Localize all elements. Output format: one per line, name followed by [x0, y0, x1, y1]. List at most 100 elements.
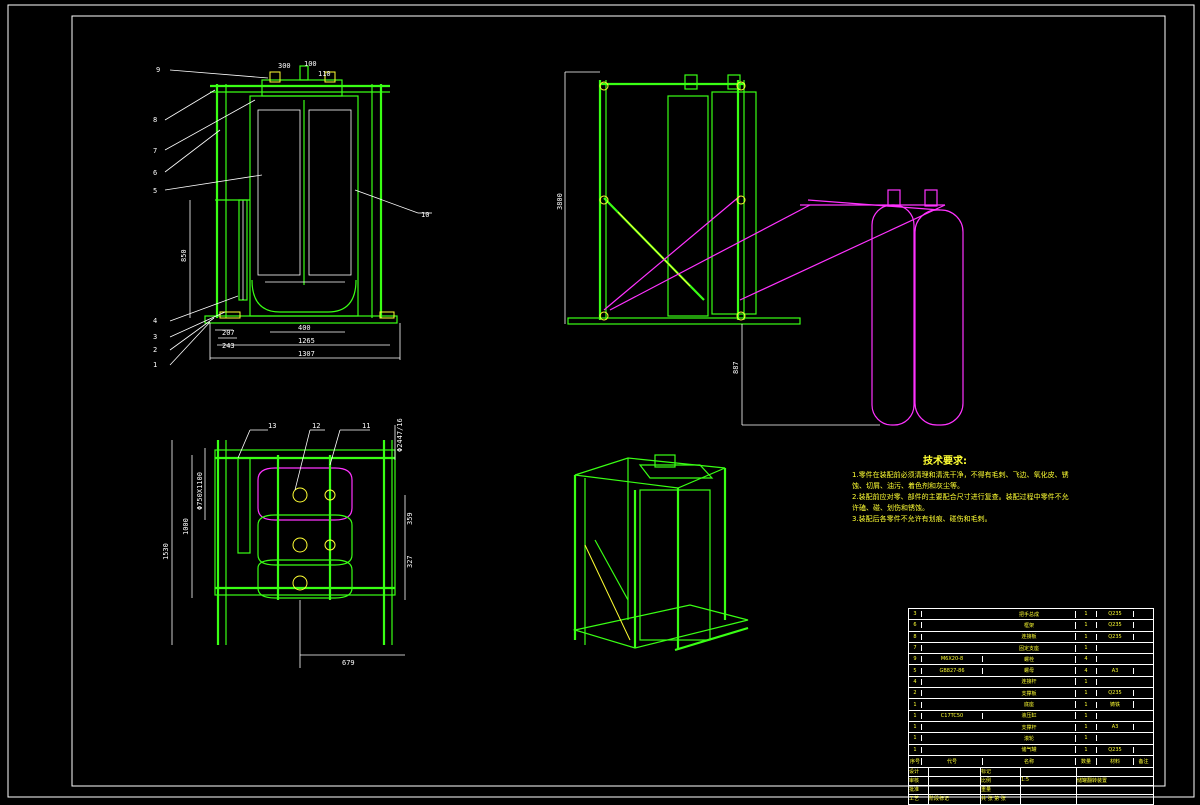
callout-2: 2 [153, 346, 157, 354]
tb-cell [929, 767, 981, 777]
top-view-callouts: 13 12 11 [268, 422, 370, 430]
tb-process: 工艺 [909, 794, 929, 804]
bom-row: 5 GB827-86 螺母 4 A3 [909, 664, 1153, 675]
tb-cell [1077, 786, 1153, 795]
bom-cell-qty: 1 [1076, 622, 1097, 629]
bom-cell-qty: 1 [1076, 724, 1097, 731]
bom-cell-no: 8 [909, 633, 922, 640]
bom-cell-material: A3 [1097, 724, 1134, 731]
bom-cell-no: 1 [909, 712, 922, 719]
tech-requirements: 技术要求: [923, 454, 967, 467]
bom-cell-qty: 1 [1076, 678, 1097, 685]
tb-approve: 批准 [909, 785, 929, 795]
front-view [164, 65, 432, 366]
top-view-dimensions: 1530 1000 Φ750X1100 359 327 679 Φ2447/16 [162, 418, 414, 667]
bom-cell-material: Q235 [1097, 633, 1134, 640]
dim-front-height: 850 [180, 249, 188, 262]
bom-row: 1 支撑杆 1 A3 [909, 720, 1153, 732]
dim-bottom-a: 207 [222, 329, 235, 337]
tb-check: 审核 [909, 776, 929, 786]
bom-cell-code: M6X20-8 [922, 656, 983, 663]
dim-327: 327 [406, 555, 414, 568]
bom-header-material: 材料 [1097, 757, 1134, 765]
bom-header-remark: 备注 [1138, 758, 1149, 765]
bom-cell-no: 1 [909, 701, 922, 708]
side-view [564, 71, 964, 426]
bom-cell-no: 1 [909, 746, 922, 753]
dim-phi: Φ750X1100 [196, 472, 204, 510]
bom-cell-material: Q235 [1097, 622, 1134, 629]
tb-drawing-title: 储罐翻转装置 [1077, 777, 1153, 786]
bom-rows: 3 把手总成 1 Q235 6 框架 1 Q235 8 连接板 1 Q235 7 固定支座 1 9 M6X20-… [909, 609, 1153, 755]
callout-5: 5 [153, 187, 157, 195]
tb-cell [1077, 768, 1153, 777]
callout-1: 1 [153, 361, 157, 369]
bom-cell-code: C17TC50 [922, 712, 983, 719]
dim-1000: 1000 [182, 518, 190, 535]
bom-row: 1 储气罐 1 Q235 [909, 743, 1153, 755]
bom-cell-qty: 1 [1076, 611, 1097, 618]
dim-400: 400 [298, 324, 311, 332]
bom-row: 3 把手总成 1 Q235 [909, 609, 1153, 619]
bom-row: 6 框架 1 Q235 [909, 619, 1153, 630]
front-view-dimensions: 300 100 110 850 400 207 243 1265 1307 [180, 60, 331, 358]
bom-header-row: 序号 代号 名称 数量 材料 备注 [909, 754, 1153, 767]
bom-cell-code: GB827-86 [922, 667, 983, 674]
bom-cell-name: 螺栓 [983, 655, 1076, 663]
bom-row: 4 连接杆 1 [909, 675, 1153, 687]
bom-cell-name: 螺母 [983, 667, 1076, 675]
bom-cell-no: 3 [909, 611, 922, 618]
tech-req-item-2: 2.装配前应对零、部件的主要配合尺寸进行复查。装配过程中零件不允许磕、碰、划伤和… [852, 493, 1069, 512]
bom-cell-no: 1 [909, 724, 922, 731]
callout-11: 11 [362, 422, 370, 430]
bom-cell-name: 固定支座 [983, 644, 1076, 652]
bom-cell-qty: 1 [1076, 746, 1097, 753]
callout-3: 3 [153, 333, 157, 341]
bom-table: 3 把手总成 1 Q235 6 框架 1 Q235 8 连接板 1 Q235 7 固定支座 1 9 M6X20-… [908, 608, 1154, 805]
bom-cell-material: Q235 [1097, 611, 1134, 618]
bom-cell-qty: 1 [1076, 712, 1097, 719]
bom-cell-name: 框架 [983, 621, 1076, 629]
callout-4: 4 [153, 317, 157, 325]
bom-cell-name: 滚轮 [983, 734, 1076, 742]
tb-scale-label: 比例 [981, 776, 1021, 786]
tech-requirements-title: 技术要求: [923, 454, 967, 467]
bom-cell-qty: 1 [1076, 633, 1097, 640]
tb-scale-value: 1:5 [1021, 776, 1077, 786]
bom-header-qty: 数量 [1076, 757, 1097, 765]
bom-cell-material: Q235 [1097, 746, 1134, 753]
bom-row: 1 C17TC50 液压缸 1 [909, 709, 1153, 721]
bom-header-code: 代号 [922, 757, 983, 765]
dim-359: 359 [406, 512, 414, 525]
tb-weight: 重量 [981, 785, 1021, 795]
bom-row: 2 支撑板 1 Q235 [909, 687, 1153, 698]
bom-cell-qty: 4 [1076, 667, 1097, 674]
callout-7: 7 [153, 147, 157, 155]
tb-sheet: 共 张 第 张 [981, 794, 1021, 804]
tech-req-item-3: 3.装配后各零件不允许有划痕、碰伤和毛刺。 [852, 515, 992, 523]
dim-679: 679 [342, 659, 355, 667]
tech-requirements-body: 1.零件在装配前必须清理和清洗干净，不得有毛刺、飞边、氧化皮、锈蚀、切屑、油污、… [852, 470, 1074, 525]
tb-cell [1021, 767, 1077, 777]
dim-small: 243 [222, 342, 235, 350]
bom-cell-no: 1 [909, 735, 922, 742]
bom-cell-name: 储气罐 [983, 746, 1076, 754]
bom-cell-no: 6 [909, 622, 922, 629]
tb-cell [1077, 795, 1153, 804]
bom-row: 8 连接板 1 Q235 [909, 630, 1153, 642]
bom-row: 1 滚轮 1 [909, 732, 1153, 743]
bom-cell-no: 7 [909, 645, 922, 652]
dim-top-b: 100 [304, 60, 317, 68]
callout-9: 9 [156, 66, 160, 74]
tech-req-item-1: 1.零件在装配前必须清理和清洗干净，不得有毛刺、飞边、氧化皮、锈蚀、切屑、油污、… [852, 471, 1069, 490]
tb-misc: 阶段标记 [929, 794, 981, 804]
bom-cell-no: 4 [909, 678, 922, 685]
tb-cell [1021, 785, 1077, 795]
tb-row-a: 标记 [981, 767, 1021, 777]
tb-design: 设计 [909, 767, 929, 777]
bom-cell-material: Q235 [1097, 690, 1134, 697]
callout-13: 13 [268, 422, 276, 430]
title-block: 设计 标记 审核 比例 1:5 储罐翻转装置 批准 重量 工艺 阶段标记 共 张… [909, 766, 1153, 804]
bom-cell-material: A3 [1097, 667, 1134, 674]
tb-cell [929, 785, 981, 795]
